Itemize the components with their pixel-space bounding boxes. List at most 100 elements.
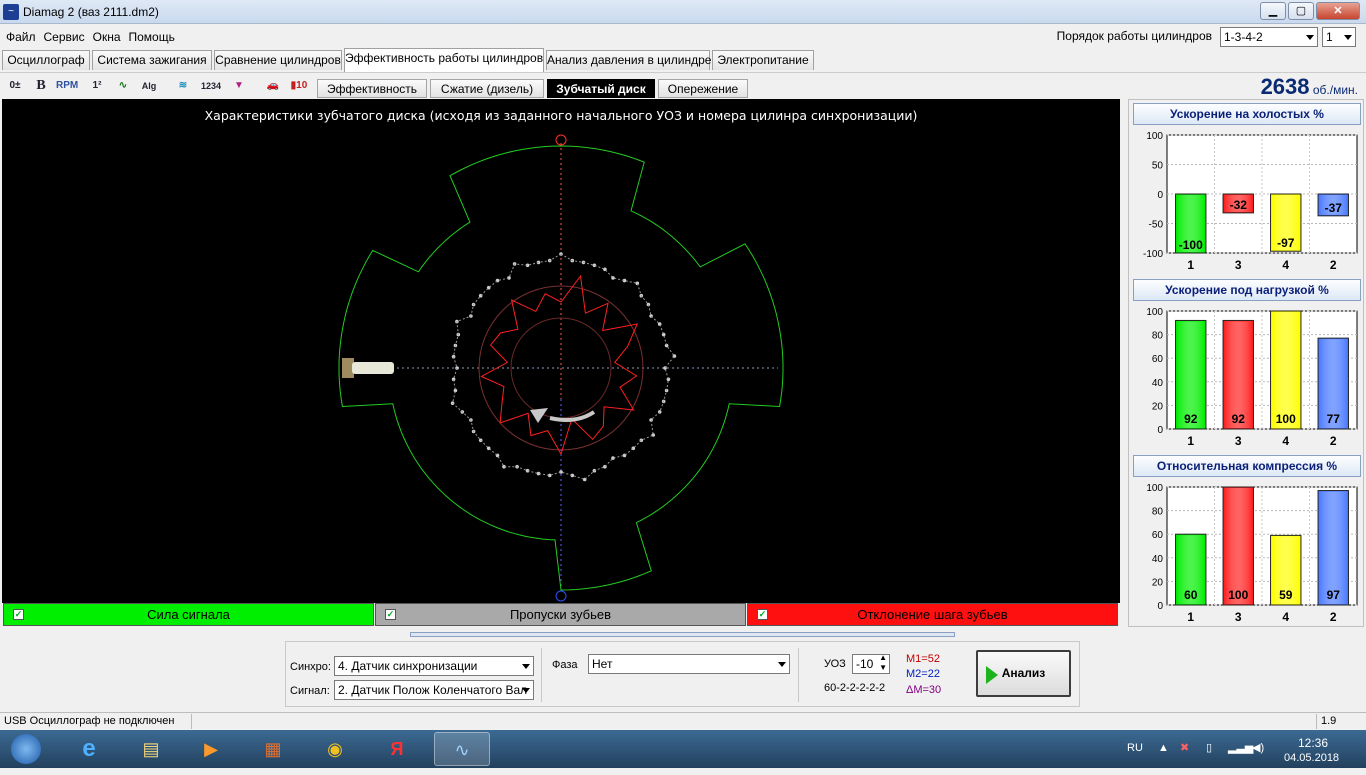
counter-icon[interactable]: 1234 xyxy=(200,75,222,97)
legend-signal-strength[interactable]: ✓ Сила сигнала xyxy=(3,603,374,626)
y-tick-label: 20 xyxy=(1152,401,1164,412)
y-tick-label: 20 xyxy=(1152,577,1164,588)
sensor-icon[interactable]: ≋ xyxy=(172,75,194,97)
tab-cylinder-efficiency[interactable]: Эффективность работы цилиндров xyxy=(344,48,544,72)
start-button[interactable] xyxy=(2,732,50,766)
tab-cylinder-compare[interactable]: Сравнение цилиндров xyxy=(214,50,342,70)
folder-icon[interactable]: ▤ xyxy=(126,732,176,766)
y-tick-label: 100 xyxy=(1146,307,1163,318)
diamag-task-icon[interactable]: ∿ xyxy=(434,732,490,766)
yandex-icon[interactable]: Я xyxy=(372,732,422,766)
y-tick-label: -100 xyxy=(1143,249,1163,260)
battery-icon[interactable]: ▯ xyxy=(1206,741,1212,754)
sort-icon[interactable]: 1² xyxy=(86,75,108,97)
load-acceleration-chart: Ускорение под нагрузкой % 100 80 60 40 20 0 92… xyxy=(1133,279,1361,449)
y-tick-label: 80 xyxy=(1152,331,1164,342)
volume-icon[interactable]: ◀) xyxy=(1252,741,1264,754)
language-indicator[interactable]: RU xyxy=(1127,742,1143,754)
category-label: 1 xyxy=(1187,434,1194,448)
menu-file[interactable]: Файл xyxy=(4,28,38,46)
menu-service[interactable]: Сервис xyxy=(42,28,87,46)
trend-icon[interactable]: ∿ xyxy=(112,75,134,97)
uoz-spinner[interactable]: -10 ▲ ▼ xyxy=(852,654,890,674)
sensor-probe xyxy=(352,362,394,374)
cylinder-order-select[interactable]: 1-3-4-2 xyxy=(1220,27,1318,47)
filter-icon[interactable]: ▼ xyxy=(228,75,250,97)
chevron-down-icon xyxy=(1306,35,1314,40)
sync-select[interactable]: 4. Датчик синхронизации xyxy=(334,656,534,676)
rotation-arrow xyxy=(549,410,596,422)
bold-icon[interactable]: B xyxy=(30,75,52,97)
bottom-marker xyxy=(555,590,567,602)
close-button[interactable]: ✕ xyxy=(1316,2,1360,20)
disk-diagram xyxy=(338,134,784,602)
zero-trim-icon[interactable]: 0± xyxy=(4,75,26,97)
signal-icon[interactable]: ▂▃▅ xyxy=(1228,741,1253,754)
tab-power[interactable]: Электропитание xyxy=(712,50,814,70)
bar-10-icon[interactable]: ▮10 xyxy=(288,75,310,97)
subtab-toothed-disk[interactable]: Зубчатый диск xyxy=(547,79,655,98)
splitter-handle[interactable] xyxy=(410,632,955,637)
network-icon[interactable]: ✖ xyxy=(1180,741,1189,754)
algorithm-icon[interactable]: Alg xyxy=(138,75,160,97)
maximize-button[interactable]: ▢ xyxy=(1288,2,1314,20)
checkbox-icon[interactable]: ✓ xyxy=(385,609,396,620)
cylinder-number-value: 1 xyxy=(1326,30,1333,44)
chrome-icon[interactable]: ◉ xyxy=(310,732,360,766)
idle-acceleration-chart: Ускорение на холостых % 100 50 0 -50 -100 -10… xyxy=(1133,103,1361,273)
analyze-label: Анализ xyxy=(1001,666,1046,680)
y-tick-label: 80 xyxy=(1152,507,1164,518)
bar-value-label: -97 xyxy=(1277,236,1295,250)
subtab-efficiency[interactable]: Эффективность xyxy=(317,79,427,98)
menu-bar: Файл Сервис Окна Помощь xyxy=(0,28,177,46)
cylinder-order: Порядок работы цилиндров 1-3-4-2 1 xyxy=(1057,27,1358,47)
sync-value: 4. Датчик синхронизации xyxy=(338,659,478,673)
bar-value-label: -37 xyxy=(1325,201,1343,215)
clock-date[interactable]: 04.05.2018 xyxy=(1284,752,1339,764)
menu-windows[interactable]: Окна xyxy=(91,28,123,46)
tab-ignition[interactable]: Система зажигания xyxy=(92,50,212,70)
toolbar: 0± B RPM 1² ∿ Alg ≋ 1234 ▼ 🚗 ▮10 Эффекти… xyxy=(0,72,1366,100)
category-label: 3 xyxy=(1235,434,1242,448)
usb-status: USB Осциллограф не подключен xyxy=(4,715,175,727)
y-tick-label: 0 xyxy=(1157,190,1163,201)
cylinder-number-select[interactable]: 1 xyxy=(1322,27,1356,47)
tab-pressure-analysis[interactable]: Анализ давления в цилиндре xyxy=(546,50,711,70)
chevron-down-icon xyxy=(778,662,786,667)
tray-expand-icon[interactable]: ▲ xyxy=(1158,742,1169,754)
phase-select[interactable]: Нет xyxy=(588,654,790,674)
subtab-advance[interactable]: Опережение xyxy=(658,79,748,98)
bar-value-label: 100 xyxy=(1276,412,1296,426)
y-tick-label: 0 xyxy=(1157,425,1163,436)
bar-value-label: 92 xyxy=(1232,412,1246,426)
analyze-button[interactable]: Анализ xyxy=(976,650,1071,697)
legend-pitch-deviation[interactable]: ✓ Отклонение шага зубьев xyxy=(747,603,1118,626)
status-bar: USB Осциллограф не подключен 1.9 xyxy=(0,712,1366,730)
category-label: 2 xyxy=(1330,610,1337,624)
spin-arrows-icon[interactable]: ▲ ▼ xyxy=(879,655,887,673)
signal-select[interactable]: 2. Датчик Полож Коленчатого Вал xyxy=(334,680,534,700)
divider xyxy=(191,714,192,729)
rpm-icon[interactable]: RPM xyxy=(56,75,78,97)
checkbox-icon[interactable]: ✓ xyxy=(757,609,768,620)
minimize-button[interactable]: ▁ xyxy=(1260,2,1286,20)
y-tick-label: 60 xyxy=(1152,530,1164,541)
chart-svg: 100 80 60 40 20 0 60 1 100 3 59 4 97 2 xyxy=(1146,483,1358,624)
chart-svg: 100 50 0 -50 -100 -100 1 -32 3 -97 4 -37 2 xyxy=(1143,131,1358,272)
tab-oscillograph[interactable]: Осциллограф xyxy=(2,50,90,70)
chevron-down-icon xyxy=(522,688,530,693)
car-icon[interactable]: 🚗 xyxy=(262,75,284,97)
subtab-compression-diesel[interactable]: Сжатие (дизель) xyxy=(430,79,544,98)
office-icon[interactable]: ▦ xyxy=(248,732,298,766)
chevron-down-icon xyxy=(1344,35,1352,40)
menu-help[interactable]: Помощь xyxy=(127,28,177,46)
legend-missing-teeth[interactable]: ✓ Пропуски зубьев xyxy=(375,603,746,626)
clock-time[interactable]: 12:36 xyxy=(1298,736,1328,750)
checkbox-icon[interactable]: ✓ xyxy=(13,609,24,620)
media-player-icon[interactable]: ▶ xyxy=(186,732,236,766)
y-tick-label: 40 xyxy=(1152,378,1164,389)
sync-label: Синхро: xyxy=(290,661,331,673)
chart-title: Ускорение на холостых % xyxy=(1133,103,1361,125)
ie-icon[interactable]: e xyxy=(64,732,114,766)
rpm-readout: 2638 об./мин. xyxy=(1261,74,1358,100)
